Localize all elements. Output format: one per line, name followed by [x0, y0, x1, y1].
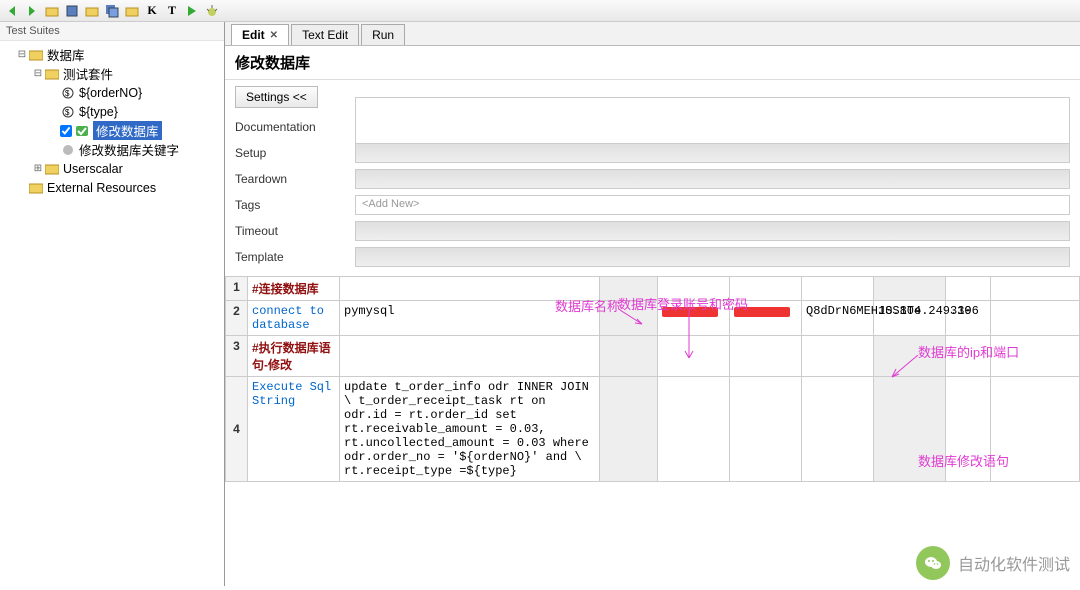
tab-textedit[interactable]: Text Edit: [291, 24, 359, 45]
sidebar-title: Test Suites: [0, 22, 224, 41]
tree-item-selected[interactable]: 修改数据库: [2, 121, 222, 140]
timeout-field[interactable]: [355, 221, 1070, 241]
tab-run[interactable]: Run: [361, 24, 405, 45]
tree-item[interactable]: $${type}: [2, 102, 222, 121]
comment-cell[interactable]: #连接数据库: [248, 277, 340, 301]
table-row[interactable]: 3 #执行数据库语句-修改: [226, 336, 1080, 377]
row-number: 4: [226, 377, 248, 482]
keyword-cell[interactable]: Execute Sql String: [248, 377, 340, 482]
arg-cell-pass[interactable]: Q8dDrN6MEHJSS8Te: [802, 301, 874, 336]
testcase-properties: Documentation Setup Teardown Tags<Add Ne…: [225, 114, 1080, 276]
prop-label-template: Template: [235, 250, 355, 264]
open-icon[interactable]: [44, 3, 60, 19]
test-suites-sidebar: Test Suites ⊟数据库 ⊟测试套件 $${orderNO} $${ty…: [0, 22, 225, 586]
editor-area: Edit✕ Text Edit Run 修改数据库 Settings << Do…: [225, 22, 1080, 586]
watermark-text: 自动化软件测试: [958, 551, 1070, 575]
k-icon[interactable]: K: [144, 3, 160, 19]
tags-field[interactable]: <Add New>: [355, 195, 1070, 215]
close-icon[interactable]: ✕: [270, 30, 278, 41]
tree-userscalar[interactable]: ⊞Userscalar: [2, 159, 222, 178]
scalar-icon: $: [60, 104, 76, 120]
testcase-checkbox[interactable]: [60, 125, 72, 137]
editor-tabbar: Edit✕ Text Edit Run: [225, 22, 1080, 46]
forward-icon[interactable]: [24, 3, 40, 19]
folder-icon: [44, 66, 60, 82]
main-toolbar: K T: [0, 0, 1080, 22]
back-icon[interactable]: [4, 3, 20, 19]
prop-label-teardown: Teardown: [235, 172, 355, 186]
tree-external[interactable]: External Resources: [2, 178, 222, 197]
prop-label-tags: Tags: [235, 198, 355, 212]
play-icon[interactable]: [184, 3, 200, 19]
arg-cell-host[interactable]: 10.104.249.19: [874, 301, 946, 336]
row-number: 2: [226, 301, 248, 336]
prop-label-setup: Setup: [235, 146, 355, 160]
tree-suite[interactable]: ⊟测试套件: [2, 64, 222, 83]
folder-icon: [28, 47, 44, 63]
folder-icon: [44, 161, 60, 177]
page-title: 修改数据库: [225, 46, 1080, 80]
teardown-field[interactable]: [355, 169, 1070, 189]
prop-label-timeout: Timeout: [235, 224, 355, 238]
folder2-icon[interactable]: [124, 3, 140, 19]
scalar-icon: $: [60, 85, 76, 101]
table-row[interactable]: 4 Execute Sql String update t_order_info…: [226, 377, 1080, 482]
prop-label-doc: Documentation: [235, 120, 355, 134]
save-icon[interactable]: [64, 3, 80, 19]
svg-text:$: $: [65, 89, 70, 98]
template-field[interactable]: [355, 247, 1070, 267]
row-number: 1: [226, 277, 248, 301]
svg-text:$: $: [65, 108, 70, 117]
keyword-grid: 1 #连接数据库 2 connect to database pymysql Q…: [225, 276, 1080, 586]
bug-icon[interactable]: [204, 3, 220, 19]
row-number: 3: [226, 336, 248, 377]
keyword-icon: [60, 142, 76, 158]
arg-cell-dbname[interactable]: [658, 301, 730, 336]
arg-cell[interactable]: pymysql: [340, 301, 600, 336]
table-row[interactable]: 2 connect to database pymysql Q8dDrN6MEH…: [226, 301, 1080, 336]
table-row[interactable]: 1 #连接数据库: [226, 277, 1080, 301]
keyword-cell[interactable]: connect to database: [248, 301, 340, 336]
saveall-icon[interactable]: [104, 3, 120, 19]
arg-cell-user[interactable]: [730, 301, 802, 336]
t-icon[interactable]: T: [164, 3, 180, 19]
open2-icon[interactable]: [84, 3, 100, 19]
watermark: 自动化软件测试: [916, 546, 1070, 580]
suite-tree: ⊟数据库 ⊟测试套件 $${orderNO} $${type} 修改数据库 修改…: [0, 41, 224, 201]
tree-item[interactable]: $${orderNO}: [2, 83, 222, 102]
tree-item[interactable]: 修改数据库关键字: [2, 140, 222, 159]
setup-field[interactable]: [355, 143, 1070, 163]
folder-icon: [28, 180, 44, 196]
tab-edit[interactable]: Edit✕: [231, 24, 289, 45]
wechat-icon: [916, 546, 950, 580]
comment-cell[interactable]: #执行数据库语句-修改: [248, 336, 340, 377]
settings-toggle-button[interactable]: Settings <<: [235, 86, 318, 108]
testcase-icon: [74, 123, 90, 139]
arg-cell-sql[interactable]: update t_order_info odr INNER JOIN \ t_o…: [340, 377, 600, 482]
arg-cell-port[interactable]: 3306: [946, 301, 991, 336]
tree-root[interactable]: ⊟数据库: [2, 45, 222, 64]
